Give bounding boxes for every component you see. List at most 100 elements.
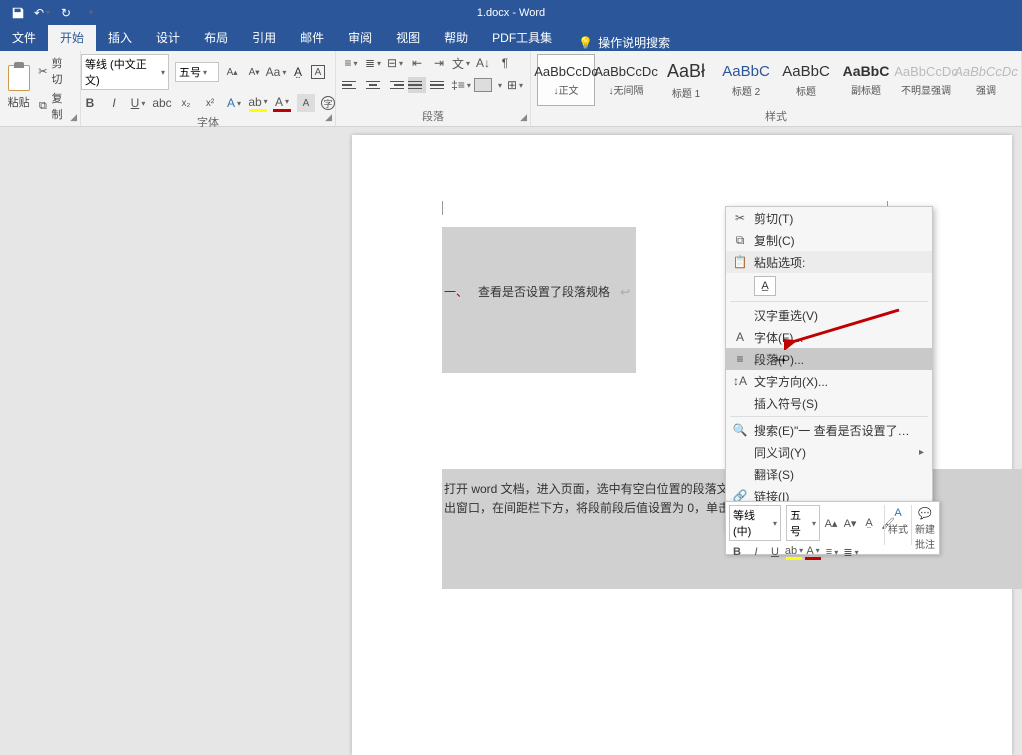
grow-font-icon[interactable]: A▴ xyxy=(223,63,241,81)
style-heading1[interactable]: AaBł标题 1 xyxy=(657,54,715,106)
ctx-search[interactable]: 🔍搜索(E)"一 查看是否设置了段落规格..." xyxy=(726,419,932,441)
styles-gallery[interactable]: AaBbCcDc↓正文 AaBbCcDc↓无间隔 AaBł标题 1 AaBbC标… xyxy=(537,54,1015,106)
font-color-icon[interactable]: A▾ xyxy=(805,544,821,560)
copy-icon: ⧉ xyxy=(732,233,748,248)
dialog-launcher-icon[interactable]: ◢ xyxy=(520,112,527,123)
underline-icon[interactable]: U xyxy=(767,544,783,560)
ctx-font[interactable]: A字体(F)... xyxy=(726,326,932,348)
ctx-reconvert[interactable]: 汉字重选(V) xyxy=(726,304,932,326)
style-subtitle[interactable]: AaBbC副标题 xyxy=(837,54,895,106)
align-left-icon[interactable] xyxy=(342,77,360,93)
redo-button[interactable]: ↻ xyxy=(54,2,78,24)
style-no-spacing[interactable]: AaBbCcDc↓无间隔 xyxy=(597,54,655,106)
numbering-icon[interactable]: ≣▾ xyxy=(843,544,859,560)
align-center-icon[interactable] xyxy=(364,77,382,93)
context-menu: ✂剪切(T) ⧉复制(C) 📋粘贴选项: A̲ 汉字重选(V) A字体(F)..… xyxy=(725,206,933,530)
font-color-icon[interactable]: A▾ xyxy=(273,94,291,112)
paste-button[interactable]: 粘贴 xyxy=(6,54,31,110)
clipboard-icon xyxy=(8,65,30,91)
qat-customize[interactable]: ▾ xyxy=(78,2,102,24)
style-emphasis[interactable]: AaBbCcDc强调 xyxy=(957,54,1015,106)
multilevel-icon[interactable]: ⊟▾ xyxy=(386,54,404,72)
tab-help[interactable]: 帮助 xyxy=(432,24,480,51)
comment-icon: 💬 xyxy=(914,505,936,521)
paragraph-icon: ≡ xyxy=(732,352,748,366)
highlight-icon[interactable]: ab▾ xyxy=(786,544,802,560)
bold-icon[interactable]: B xyxy=(81,94,99,112)
numbering-icon[interactable]: ≣▾ xyxy=(364,54,382,72)
paste-keep-text-icon[interactable]: A̲ xyxy=(754,276,776,296)
text-direction-icon: ↕A xyxy=(732,374,748,388)
tell-me[interactable]: 💡操作说明搜索 xyxy=(578,34,670,51)
bullets-icon[interactable]: ≡▾ xyxy=(824,544,840,560)
bold-icon[interactable]: B xyxy=(729,544,745,560)
tab-layout[interactable]: 布局 xyxy=(192,24,240,51)
ctx-insert-symbol[interactable]: 插入符号(S) xyxy=(726,392,932,414)
paragraph-mark-icon: 一、 xyxy=(444,285,468,299)
phonetic-guide-icon[interactable]: A̤ xyxy=(861,515,877,531)
underline-icon[interactable]: U▾ xyxy=(129,94,147,112)
increase-indent-icon[interactable]: ⇥ xyxy=(430,54,448,72)
change-case-icon[interactable]: Aa▾ xyxy=(267,63,285,81)
styles-icon[interactable]: A xyxy=(887,505,909,521)
highlight-icon[interactable]: ab▾ xyxy=(249,94,267,112)
font-name-combo[interactable]: 等线 (中文正文)▾ xyxy=(81,54,169,90)
shading-icon[interactable] xyxy=(474,78,492,92)
strikethrough-icon[interactable]: abc xyxy=(153,94,171,112)
style-heading2[interactable]: AaBbC标题 2 xyxy=(717,54,775,106)
new-comment-button[interactable]: 💬 新建 批注 xyxy=(914,505,936,551)
tab-references[interactable]: 引用 xyxy=(240,24,288,51)
tab-file[interactable]: 文件 xyxy=(0,24,48,51)
tab-home[interactable]: 开始 xyxy=(48,24,96,51)
window-title: 1.docx - Word xyxy=(477,7,545,19)
italic-icon[interactable]: I xyxy=(748,544,764,560)
superscript-icon[interactable]: x² xyxy=(201,94,219,112)
tab-review[interactable]: 审阅 xyxy=(336,24,384,51)
ctx-translate[interactable]: 翻译(S) xyxy=(726,463,932,485)
tab-design[interactable]: 设计 xyxy=(144,24,192,51)
align-justify-icon[interactable] xyxy=(408,77,426,93)
ctx-copy[interactable]: ⧉复制(C) xyxy=(726,229,932,251)
ctx-paragraph[interactable]: ≡段落(P)...⮡ xyxy=(726,348,932,370)
tab-view[interactable]: 视图 xyxy=(384,24,432,51)
dialog-launcher-icon[interactable]: ◢ xyxy=(70,112,77,123)
tab-mailings[interactable]: 邮件 xyxy=(288,24,336,51)
sort-icon[interactable]: A↓ xyxy=(474,54,492,72)
decrease-indent-icon[interactable]: ⇤ xyxy=(408,54,426,72)
dialog-launcher-icon[interactable]: ◢ xyxy=(325,112,332,123)
tab-pdf[interactable]: PDF工具集 xyxy=(480,24,564,51)
ctx-thesaurus[interactable]: 同义词(Y)▸ xyxy=(726,441,932,463)
cut-button[interactable]: ✂剪切 xyxy=(35,54,74,88)
ribbon-tabs: 文件 开始 插入 设计 布局 引用 邮件 审阅 视图 帮助 PDF工具集 💡操作… xyxy=(0,25,1022,51)
shrink-font-icon[interactable]: A▾ xyxy=(842,515,858,531)
line-spacing-icon[interactable]: ‡≡▾ xyxy=(452,76,470,94)
mini-size-combo[interactable]: 五号▾ xyxy=(786,505,820,541)
align-right-icon[interactable] xyxy=(386,77,404,93)
font-size-combo[interactable]: 五号▾ xyxy=(175,62,219,82)
mini-font-combo[interactable]: 等线 (中)▾ xyxy=(729,505,781,541)
asian-layout-icon[interactable]: 文▾ xyxy=(452,54,470,72)
copy-button[interactable]: ⧉复制 xyxy=(35,89,74,123)
italic-icon[interactable]: I xyxy=(105,94,123,112)
subscript-icon[interactable]: x₂ xyxy=(177,94,195,112)
text-effects-icon[interactable]: A▾ xyxy=(225,94,243,112)
style-subtle-emphasis[interactable]: AaBbCcDc不明显强调 xyxy=(897,54,955,106)
shrink-font-icon[interactable]: A▾ xyxy=(245,63,263,81)
save-button[interactable] xyxy=(6,2,30,24)
show-marks-icon[interactable]: ¶ xyxy=(496,54,514,72)
tab-insert[interactable]: 插入 xyxy=(96,24,144,51)
ctx-cut[interactable]: ✂剪切(T) xyxy=(726,207,932,229)
bullets-icon[interactable]: ≡▾ xyxy=(342,54,360,72)
style-title[interactable]: AaBbC标题 xyxy=(777,54,835,106)
char-shading-icon[interactable]: A xyxy=(297,94,315,112)
grow-font-icon[interactable]: A▴ xyxy=(823,515,839,531)
enclose-char-icon[interactable]: 字 xyxy=(321,96,335,110)
mini-toolbar: 等线 (中)▾ 五号▾ A▴ A▾ A̤ 🖌 B I U ab▾ A▾ ≡▾ ≣… xyxy=(725,501,940,555)
borders-icon[interactable]: ⊞▾ xyxy=(506,76,524,94)
ctx-text-direction[interactable]: ↕A文字方向(X)... xyxy=(726,370,932,392)
align-distribute-icon[interactable] xyxy=(430,77,448,93)
phonetic-guide-icon[interactable]: A̤ xyxy=(289,63,307,81)
undo-button[interactable]: ↶▾ xyxy=(30,2,54,24)
char-border-icon[interactable]: A xyxy=(311,65,325,79)
style-normal[interactable]: AaBbCcDc↓正文 xyxy=(537,54,595,106)
